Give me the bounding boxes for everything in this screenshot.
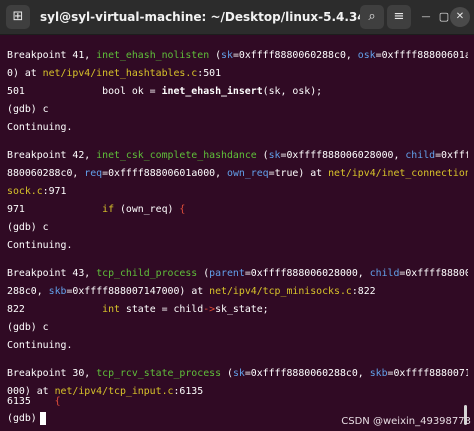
terminal-line: Continuing. (7, 122, 73, 133)
terminal-line: (gdb) c (7, 222, 49, 233)
terminal-line: 501 bool ok = inet_ehash_insert(sk, osk)… (7, 86, 323, 97)
terminal-line: 0) at net/ipv4/inet_hashtables.c:501 (7, 68, 222, 79)
terminal-prompt[interactable]: (gdb) (7, 412, 43, 425)
menu-icon[interactable]: ≡ (387, 5, 411, 29)
terminal-line: 880060288c0, req=0xffff88800601a000, own… (7, 168, 468, 179)
terminal-line: Breakpoint 30, tcp_rcv_state_process (sk… (7, 368, 468, 379)
terminal-window: ⊞ syl@syl-virtual-machine: ~/Desktop/lin… (0, 0, 474, 431)
terminal-line: Continuing. (7, 340, 73, 351)
terminal-line: 288c0, skb=0xffff888007147000) at net/ip… (7, 286, 376, 297)
terminal-line: Breakpoint 42, inet_csk_complete_hashdan… (7, 150, 468, 161)
terminal-line: 971 if (own_req) { (7, 204, 186, 215)
window-title: syl@syl-virtual-machine: ~/Desktop/linux… (40, 10, 364, 24)
terminal-line: 822 int state = child->sk_state; (7, 304, 269, 315)
text-cursor (40, 412, 46, 425)
close-icon[interactable]: ✕ (450, 7, 470, 27)
terminal-line: (gdb) c (7, 104, 49, 115)
new-tab-icon[interactable]: ⊞ (6, 5, 30, 29)
terminal-output[interactable]: Breakpoint 41, inet_ehash_nolisten (sk=0… (0, 35, 468, 431)
terminal-line: Continuing. (7, 240, 73, 251)
search-icon[interactable]: ⌕ (360, 5, 384, 29)
terminal-line: Breakpoint 43, tcp_child_process (parent… (7, 268, 468, 279)
terminal-line: 6135 { (7, 396, 61, 407)
terminal-line: Breakpoint 41, inet_ehash_nolisten (sk=0… (7, 50, 468, 61)
title-bar: ⊞ syl@syl-virtual-machine: ~/Desktop/lin… (0, 0, 474, 35)
watermark: CSDN @weixin_49398773 (341, 416, 471, 427)
terminal-line: sock.c:971 (7, 186, 67, 197)
terminal-line: (gdb) c (7, 322, 49, 333)
